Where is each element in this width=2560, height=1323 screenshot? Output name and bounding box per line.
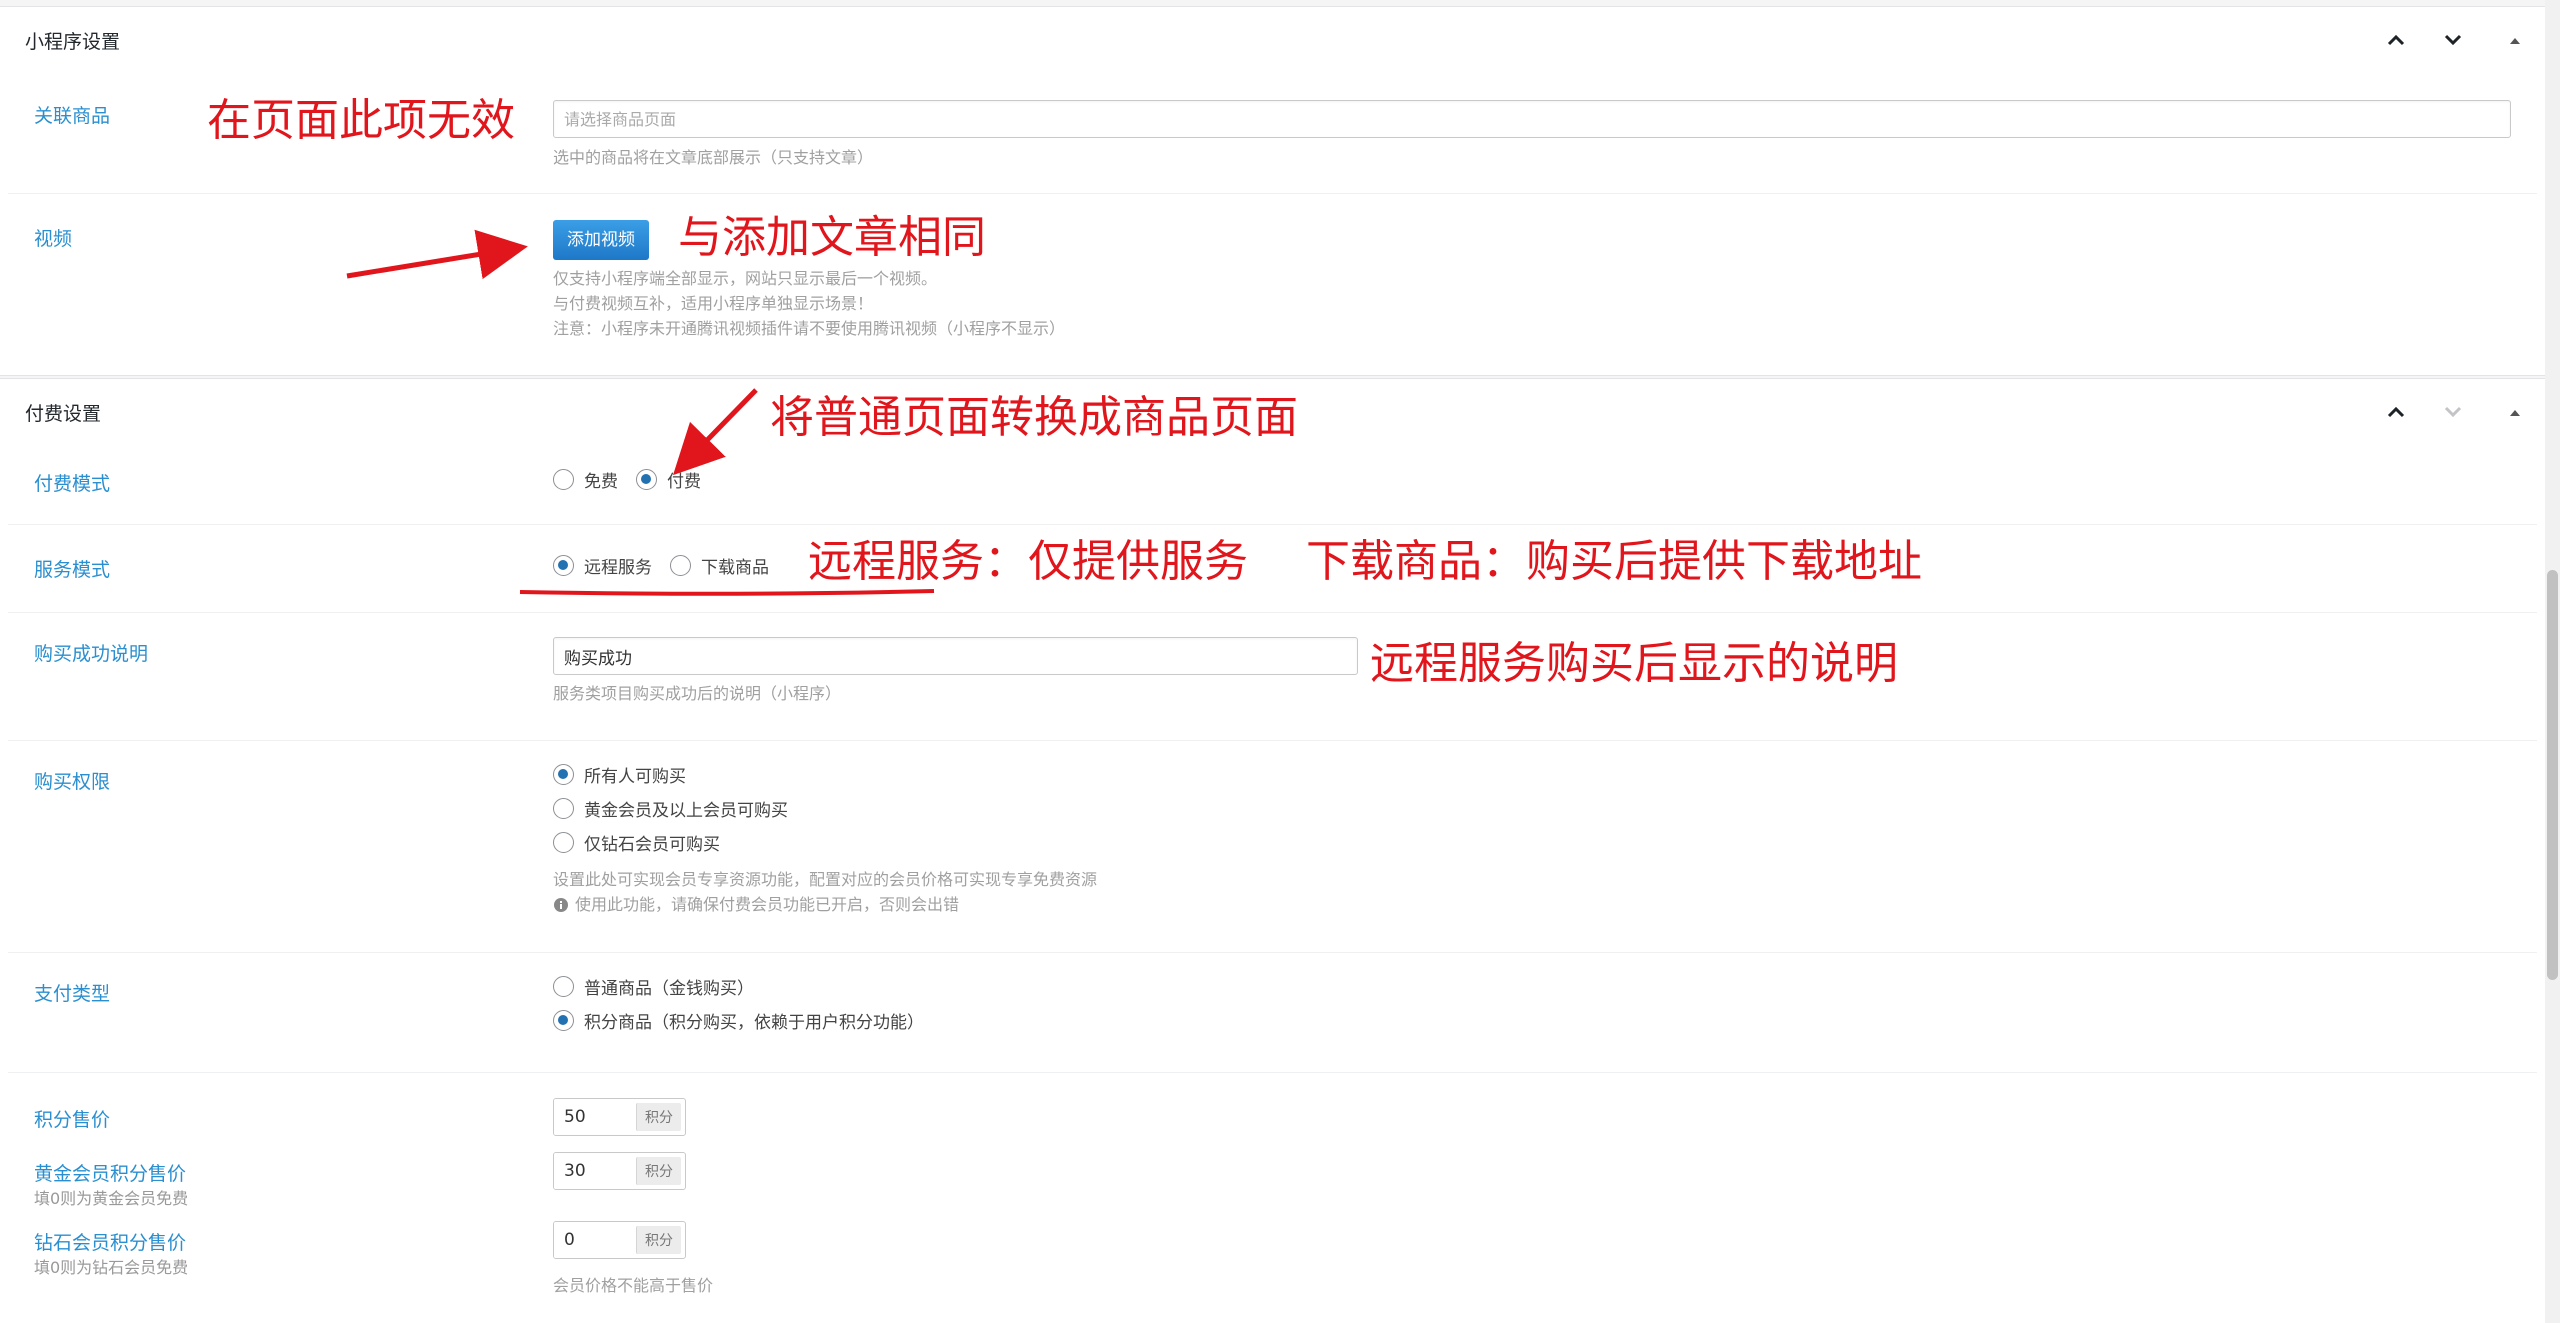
payment-type-row: 支付类型 普通商品（金钱购买） 积分商品（积分购买，依赖于用户积分功能） [8, 953, 2537, 1073]
scrollbar-thumb[interactable] [2547, 570, 2558, 980]
success-note-row: 购买成功说明 服务类项目购买成功后的说明（小程序） [8, 613, 2537, 741]
gold-points-price-sub: 填0则为黄金会员免费 [34, 1189, 189, 1208]
service-download-option[interactable]: 下载商品 [670, 553, 769, 578]
success-note-input[interactable] [553, 637, 1358, 675]
permission-gold-option[interactable]: 黄金会员及以上会员可购买 [553, 791, 1097, 825]
move-down-button[interactable] [2438, 397, 2468, 427]
box-title: 小程序设置 [25, 31, 121, 53]
radio-free[interactable] [553, 468, 574, 490]
radio-remote[interactable] [553, 554, 574, 576]
radio-all-label: 所有人可购买 [584, 766, 686, 787]
video-label: 视频 [34, 228, 73, 250]
radio-points-label: 积分商品（积分购买，依赖于用户积分功能） [584, 1012, 924, 1033]
move-up-button[interactable] [2381, 25, 2411, 55]
success-note-field: 服务类项目购买成功后的说明（小程序） [553, 637, 1358, 706]
radio-download-label: 下载商品 [701, 557, 769, 578]
paid-settings-box: 付费设置 付费模式 免费 付费 服务模式 远程服务 下载商品 购买成功说明 购买… [0, 378, 2545, 1323]
video-desc-line: 仅支持小程序端全部显示，网站只显示最后一个视频。 [553, 269, 938, 288]
points-price-input[interactable] [554, 1099, 636, 1135]
related-product-label: 关联商品 [34, 105, 111, 127]
purchase-permission-desc: 设置此处可实现会员专享资源功能，配置对应的会员价格可实现专享免费资源 [553, 870, 1098, 889]
toggle-panel-button[interactable] [2500, 397, 2530, 427]
radio-gold-label: 黄金会员及以上会员可购买 [584, 800, 788, 821]
pay-mode-free-option[interactable]: 免费 [553, 467, 618, 492]
service-mode-label: 服务模式 [34, 559, 111, 581]
info-icon [554, 897, 568, 912]
points-unit: 积分 [636, 1226, 681, 1254]
radio-diamond-label: 仅钻石会员可购买 [584, 834, 720, 855]
annotation-video: 与添加文章相同 [678, 212, 986, 263]
success-note-label: 购买成功说明 [34, 643, 149, 665]
payment-points-option[interactable]: 积分商品（积分购买，依赖于用户积分功能） [553, 1003, 924, 1037]
related-product-input[interactable] [553, 100, 2511, 138]
video-row: 视频 添加视频 仅支持小程序端全部显示，网站只显示最后一个视频。 与付费视频互补… [8, 194, 2537, 374]
gold-points-price-field: 积分 [553, 1152, 686, 1190]
permission-all-option[interactable]: 所有人可购买 [553, 757, 1097, 791]
diamond-points-price-sub: 填0则为钻石会员免费 [34, 1258, 189, 1277]
gold-points-price-label: 黄金会员积分售价 [34, 1163, 187, 1185]
purchase-permission-label: 购买权限 [34, 771, 111, 793]
chevron-up-icon [2387, 34, 2405, 46]
points-price-rows: 积分售价 积分 黄金会员积分售价 填0则为黄金会员免费 积分 钻石会员积分售价 … [8, 1073, 2537, 1323]
mini-program-settings-box: 小程序设置 关联商品 选中的商品将在文章底部展示（只支持文章） 视频 添加视频 [0, 6, 2545, 376]
scrollbar[interactable] [2545, 0, 2560, 1323]
pay-mode-options: 免费 付费 [553, 462, 719, 496]
points-unit: 积分 [636, 1157, 681, 1185]
chevron-down-icon [2444, 406, 2462, 418]
member-price-note: 会员价格不能高于售价 [553, 1276, 714, 1295]
radio-money-label: 普通商品（金钱购买） [584, 978, 754, 999]
permission-diamond-option[interactable]: 仅钻石会员可购买 [553, 825, 1097, 859]
box-header: 小程序设置 [0, 7, 2545, 67]
annotation-success-note: 远程服务购买后显示的说明 [1370, 638, 1898, 689]
radio-gold[interactable] [553, 797, 574, 819]
annotation-service-mode: 远程服务：仅提供服务 下载商品：购买后提供下载地址 [808, 536, 1922, 587]
radio-download[interactable] [670, 554, 691, 576]
radio-paid-label: 付费 [667, 471, 701, 492]
caret-up-icon [2510, 38, 2520, 44]
video-desc-line: 注意：小程序未开通腾讯视频插件请不要使用腾讯视频（小程序不显示） [553, 319, 1066, 338]
purchase-permission-options: 所有人可购买 黄金会员及以上会员可购买 仅钻石会员可购买 设置此处可实现会员专享… [553, 757, 1097, 917]
video-desc: 仅支持小程序端全部显示，网站只显示最后一个视频。 与付费视频互补，适用小程序单独… [553, 266, 1065, 341]
pay-mode-paid-option[interactable]: 付费 [636, 467, 701, 492]
points-price-field: 积分 [553, 1098, 686, 1136]
gold-points-price-input[interactable] [554, 1153, 636, 1189]
radio-points[interactable] [553, 1009, 574, 1031]
diamond-points-price-label: 钻石会员积分售价 [34, 1232, 187, 1254]
chevron-down-icon [2444, 34, 2462, 46]
service-mode-options: 远程服务 下载商品 [553, 548, 787, 582]
purchase-permission-warning: 使用此功能，请确保付费会员功能已开启，否则会出错 [553, 892, 1097, 917]
payment-money-option[interactable]: 普通商品（金钱购买） [553, 969, 924, 1003]
radio-diamond[interactable] [553, 831, 574, 853]
payment-type-options: 普通商品（金钱购买） 积分商品（积分购买，依赖于用户积分功能） [553, 969, 924, 1037]
points-price-label: 积分售价 [34, 1109, 111, 1131]
radio-all[interactable] [553, 763, 574, 785]
annotation-pay-mode: 将普通页面转换成商品页面 [770, 392, 1298, 443]
pay-mode-label: 付费模式 [34, 473, 111, 495]
caret-up-icon [2510, 410, 2520, 416]
success-note-desc: 服务类项目购买成功后的说明（小程序） [553, 684, 842, 703]
diamond-points-price-input[interactable] [554, 1222, 636, 1258]
related-product-field: 选中的商品将在文章底部展示（只支持文章） [553, 100, 2511, 170]
add-video-button[interactable]: 添加视频 [553, 220, 649, 260]
pay-mode-row: 付费模式 免费 付费 [8, 449, 2537, 525]
radio-paid[interactable] [636, 468, 657, 490]
video-desc-line: 与付费视频互补，适用小程序单独显示场景！ [553, 294, 874, 313]
chevron-up-icon [2387, 406, 2405, 418]
radio-money[interactable] [553, 975, 574, 997]
related-product-desc: 选中的商品将在文章底部展示（只支持文章） [553, 148, 874, 167]
box-title: 付费设置 [25, 403, 102, 425]
radio-free-label: 免费 [584, 471, 618, 492]
service-remote-option[interactable]: 远程服务 [553, 553, 652, 578]
move-up-button[interactable] [2381, 397, 2411, 427]
purchase-permission-row: 购买权限 所有人可购买 黄金会员及以上会员可购买 仅钻石会员可购买 设置此处可实… [8, 741, 2537, 953]
toggle-panel-button[interactable] [2500, 25, 2530, 55]
points-unit: 积分 [636, 1103, 681, 1131]
payment-type-label: 支付类型 [34, 983, 111, 1005]
diamond-points-price-field: 积分 [553, 1221, 686, 1259]
warning-text: 使用此功能，请确保付费会员功能已开启，否则会出错 [575, 895, 960, 914]
annotation-related: 在页面此项无效 [207, 95, 515, 146]
page: 小程序设置 关联商品 选中的商品将在文章底部展示（只支持文章） 视频 添加视频 [0, 0, 2560, 1323]
radio-remote-label: 远程服务 [584, 557, 652, 578]
move-down-button[interactable] [2438, 25, 2468, 55]
